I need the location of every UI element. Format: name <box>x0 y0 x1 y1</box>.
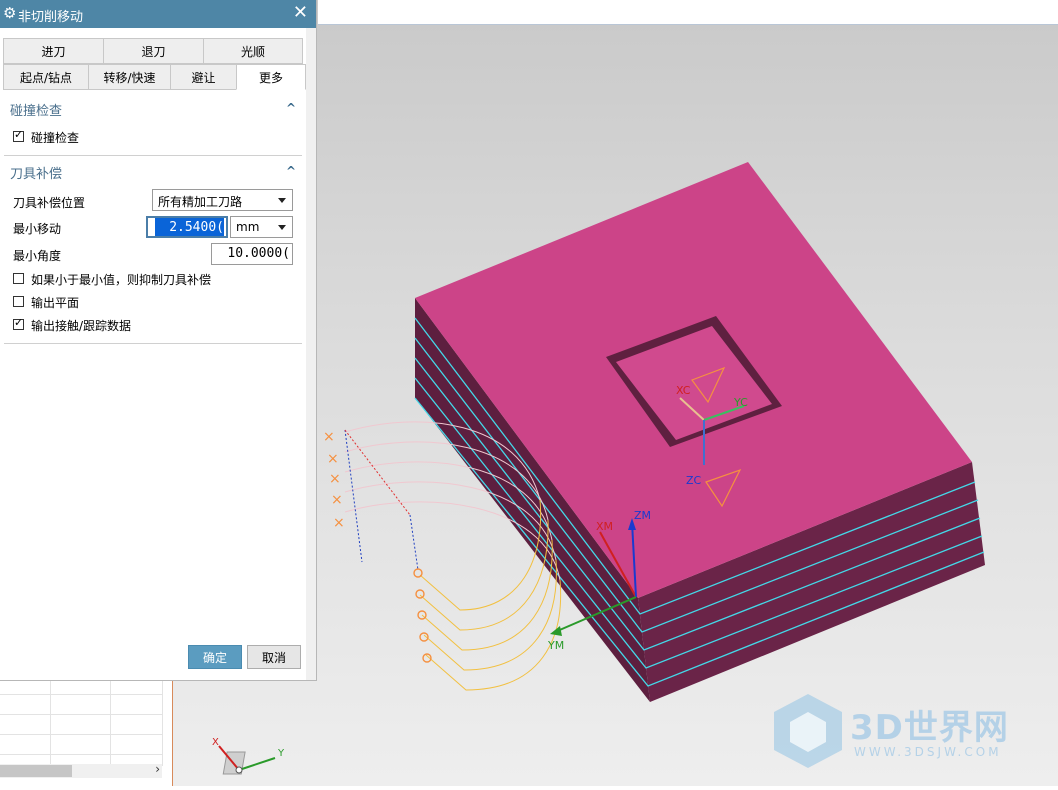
collapse-collision-icon[interactable]: ^ <box>286 101 296 115</box>
chevron-down-icon <box>278 198 286 203</box>
tab-engage[interactable]: 进刀 <box>3 38 104 64</box>
section-divider <box>4 343 302 344</box>
svg-text:×: × <box>333 515 345 531</box>
output-plane-checkbox[interactable] <box>13 296 24 307</box>
output-contact-label: 输出接触/跟踪数据 <box>31 319 132 333</box>
collision-check-label: 碰撞检查 <box>31 131 80 145</box>
collision-check-checkbox[interactable] <box>13 128 24 142</box>
watermark-text: 3D世界网 <box>850 708 1009 748</box>
min-angle-input[interactable]: 10.0000( <box>211 243 293 265</box>
tab-smoothing[interactable]: 光顺 <box>203 38 303 64</box>
suppress-compensation-checkbox[interactable] <box>13 273 24 284</box>
chevron-down-icon <box>278 225 286 230</box>
ok-button[interactable]: 确定 <box>188 645 242 669</box>
min-move-unit-select[interactable]: mm <box>230 216 293 238</box>
axis-label-xm: XM <box>596 520 614 533</box>
axis-label-zc: ZC <box>686 474 702 487</box>
dialog-body: 进刀 退刀 光顺 起点/钻点 转移/快速 避让 更多 碰撞检查 ^ 碰撞检查 刀… <box>0 28 306 680</box>
scroll-right-icon[interactable]: › <box>155 762 160 776</box>
watermark-cube-icon <box>774 694 842 768</box>
cancel-button[interactable]: 取消 <box>247 645 301 669</box>
dialog-scroll-gutter[interactable] <box>306 28 316 680</box>
tab-start-drill-points[interactable]: 起点/钻点 <box>3 64 89 90</box>
tab-row-2: 起点/钻点 转移/快速 避让 更多 <box>3 64 306 90</box>
triad-label-y: Y <box>278 748 285 759</box>
non-cutting-moves-dialog: ⚙ 非切削移动 ✕ 进刀 退刀 光顺 起点/钻点 转移/快速 避让 更多 碰撞检… <box>0 0 317 681</box>
dialog-title: 非切削移动 <box>18 10 84 25</box>
tab-retract[interactable]: 退刀 <box>103 38 204 64</box>
min-angle-label: 最小角度 <box>13 249 62 263</box>
triad-label-x: X <box>212 737 219 748</box>
suppress-compensation-label: 如果小于最小值，则抑制刀具补偿 <box>31 273 212 287</box>
compensation-position-value: 所有精加工刀路 <box>158 195 243 209</box>
start-point-markers: × × × × × <box>323 429 345 531</box>
min-move-input[interactable]: 2.5400( <box>146 216 228 238</box>
section-divider <box>4 155 302 156</box>
close-icon[interactable]: ✕ <box>293 3 308 23</box>
scrollbar-thumb[interactable] <box>0 765 72 777</box>
compensation-position-label: 刀具补偿位置 <box>13 196 86 210</box>
horizontal-scrollbar[interactable]: › <box>0 762 162 778</box>
min-move-label: 最小移动 <box>13 222 62 236</box>
output-plane-label: 输出平面 <box>31 296 80 310</box>
output-contact-checkbox[interactable] <box>13 316 24 330</box>
svg-text:×: × <box>329 471 341 487</box>
watermark-url: WWW.3DSJW.COM <box>854 745 1002 759</box>
axis-label-zm: ZM <box>634 509 652 522</box>
gear-icon: ⚙ <box>3 4 17 22</box>
collapse-compensation-icon[interactable]: ^ <box>286 164 296 178</box>
svg-text:×: × <box>331 492 343 508</box>
toolpath-dashed-blue <box>344 429 419 571</box>
axis-label-yc: YC <box>734 396 748 409</box>
tab-row-1: 进刀 退刀 光顺 <box>3 38 303 64</box>
tab-avoidance[interactable]: 避让 <box>170 64 237 90</box>
compensation-position-select[interactable]: 所有精加工刀路 <box>152 189 293 211</box>
section-compensation-title[interactable]: 刀具补偿 <box>10 163 62 182</box>
svg-text:×: × <box>323 429 335 445</box>
axis-label-ym: YM <box>548 639 565 652</box>
dialog-titlebar[interactable]: ⚙ 非切削移动 ✕ <box>0 0 316 28</box>
min-move-unit: mm <box>236 220 260 234</box>
min-move-value: 2.5400( <box>155 218 224 236</box>
section-collision-title[interactable]: 碰撞检查 <box>10 100 62 119</box>
tab-transfer-rapid[interactable]: 转移/快速 <box>88 64 171 90</box>
axis-label-xc: XC <box>676 384 691 397</box>
svg-text:×: × <box>327 451 339 467</box>
watermark: 3D世界网 WWW.3DSJW.COM <box>770 690 1008 775</box>
tab-more[interactable]: 更多 <box>236 64 306 90</box>
